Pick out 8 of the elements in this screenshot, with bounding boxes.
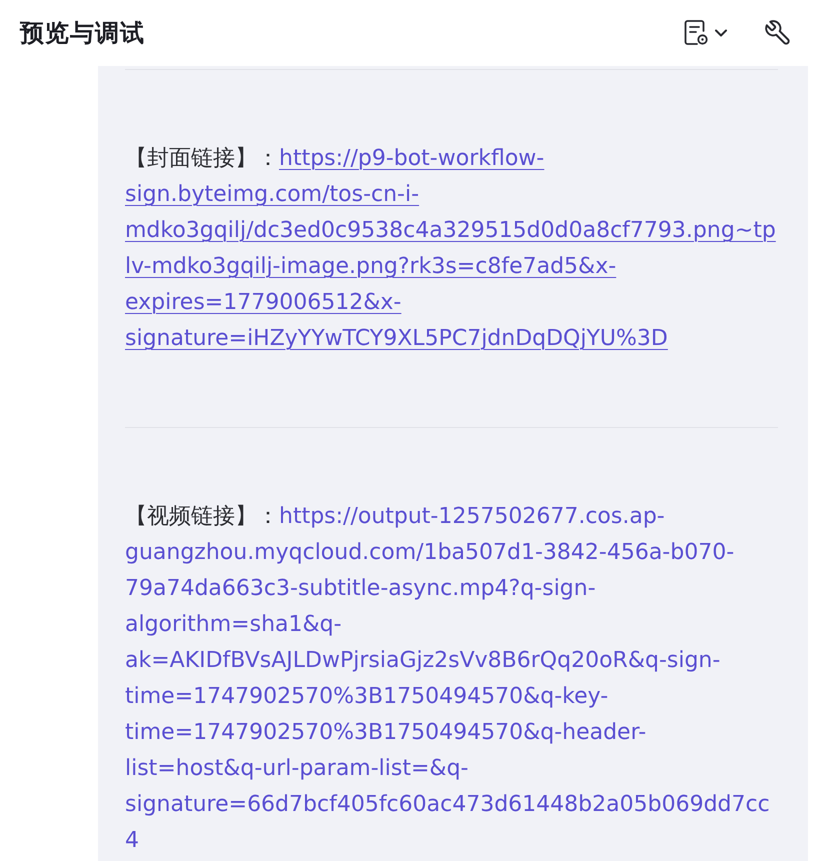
document-gear-icon bbox=[684, 20, 709, 46]
chevron-down-icon bbox=[715, 29, 727, 37]
view-dropdown-button[interactable] bbox=[684, 20, 727, 46]
link-paragraph[interactable]: 【视频链接】：https://output-1257502677.cos.ap-guangzhou.myqcloud.com/1ba507d1-3842-456a-b070-79a74da663c3-subtitle-async.mp4?q-sign-algorithm=sha1&q-ak=AKIDfBVsAJLDwPjrsiaGjz2sVv8B6rQq20oR&q-sign-time=1747902570%3B1750494570&q-key-time=1747902570%3B1750494570&q-header-list=host&q-url-param-list=&q-signature=66d7bcf405fc60ac473d61448b2a05b069dd7cc4 bbox=[125, 499, 778, 859]
settings-button[interactable] bbox=[765, 20, 791, 46]
link-paragraph[interactable]: 【封面链接】：https://p9-bot-workflow-sign.byteimg.com/tos-cn-i-mdko3gqilj/dc3ed0c9538c4a329515d0d0a8cf7793.png~tplv-mdko3gqilj-image.png?rk3s=c8fe7ad5&x-expires=1779006512&x-signature=iHZyYYwTCY9XL5PC7jdnDqDQjYU%3D bbox=[125, 141, 778, 357]
panel-title: 预览与调试 bbox=[20, 18, 145, 49]
wrench-icon bbox=[765, 20, 791, 46]
